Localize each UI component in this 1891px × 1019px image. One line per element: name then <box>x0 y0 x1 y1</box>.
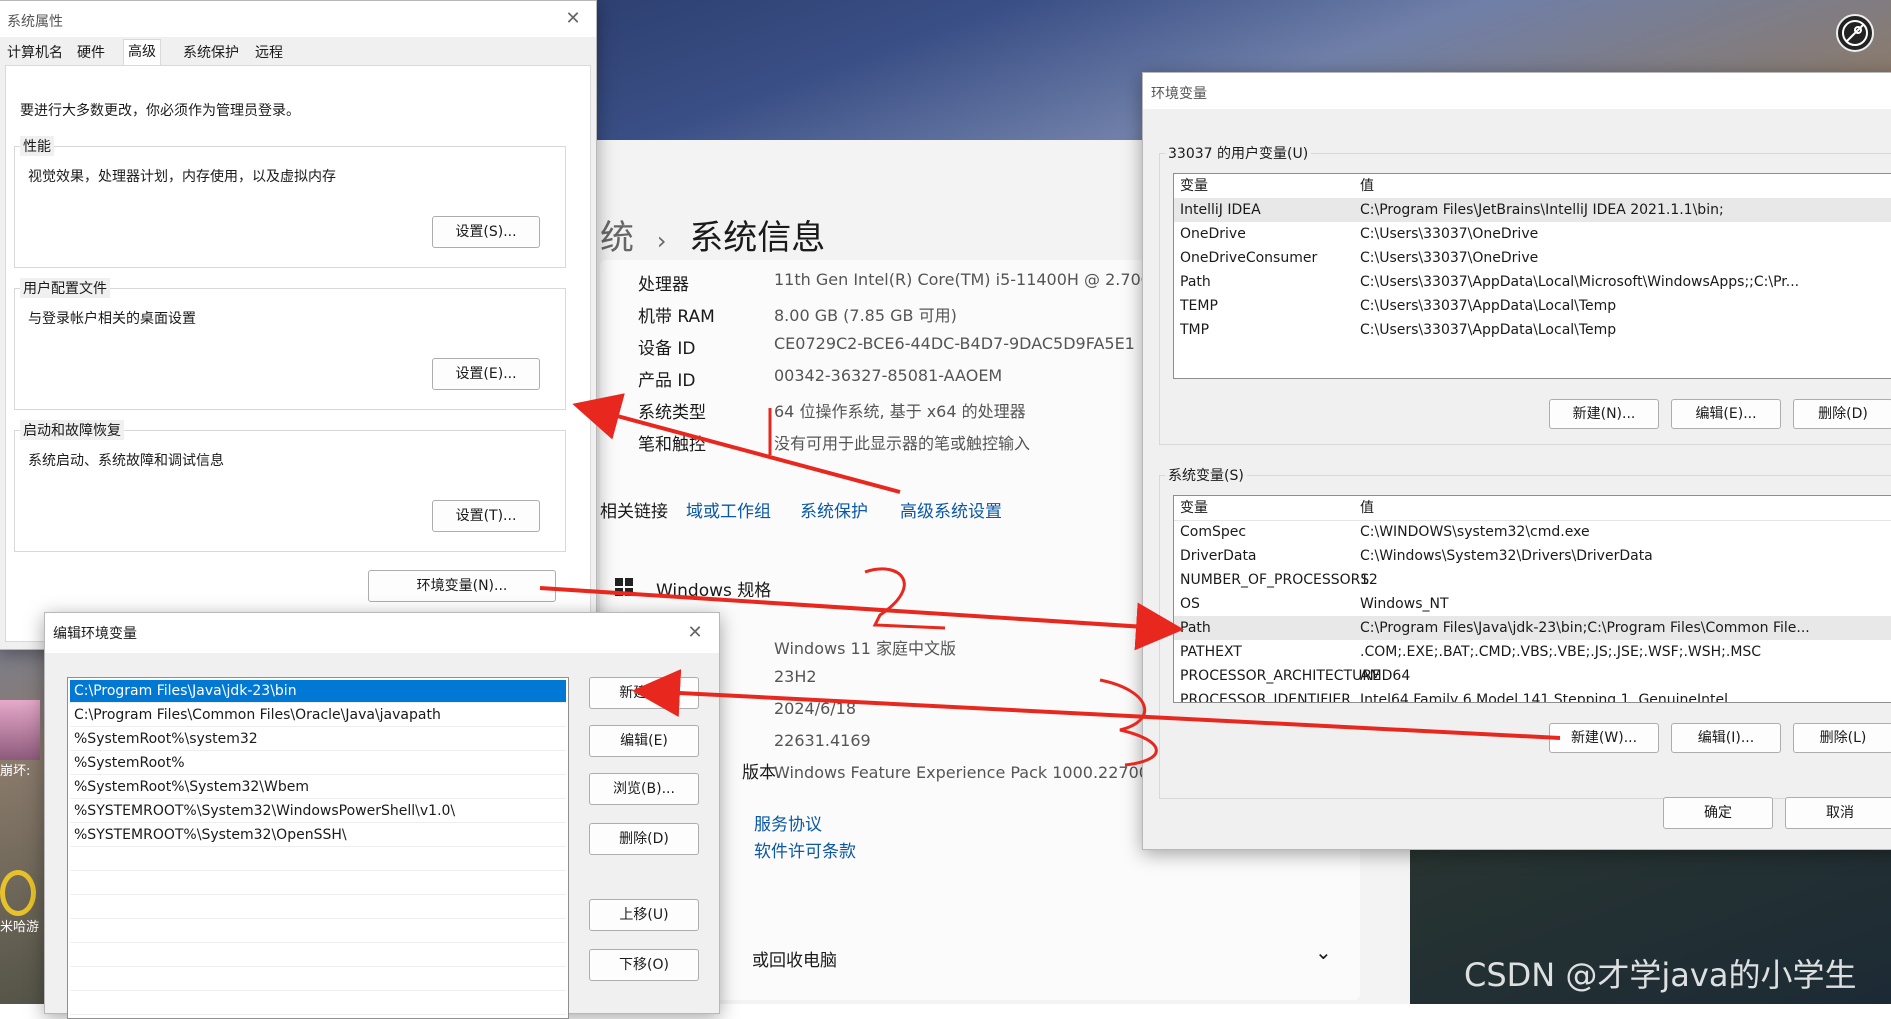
annotation-overlay <box>539 393 1561 767</box>
handwritten-two-2 <box>1099 678 1158 767</box>
handwritten-two-1 <box>864 567 946 630</box>
arrow-to-new-button <box>632 669 1561 740</box>
watermark: CSDN @才学java的小学生 <box>1464 956 1857 994</box>
arrow-to-advanced-settings <box>572 393 901 494</box>
arrow-to-path-row <box>539 586 1184 651</box>
